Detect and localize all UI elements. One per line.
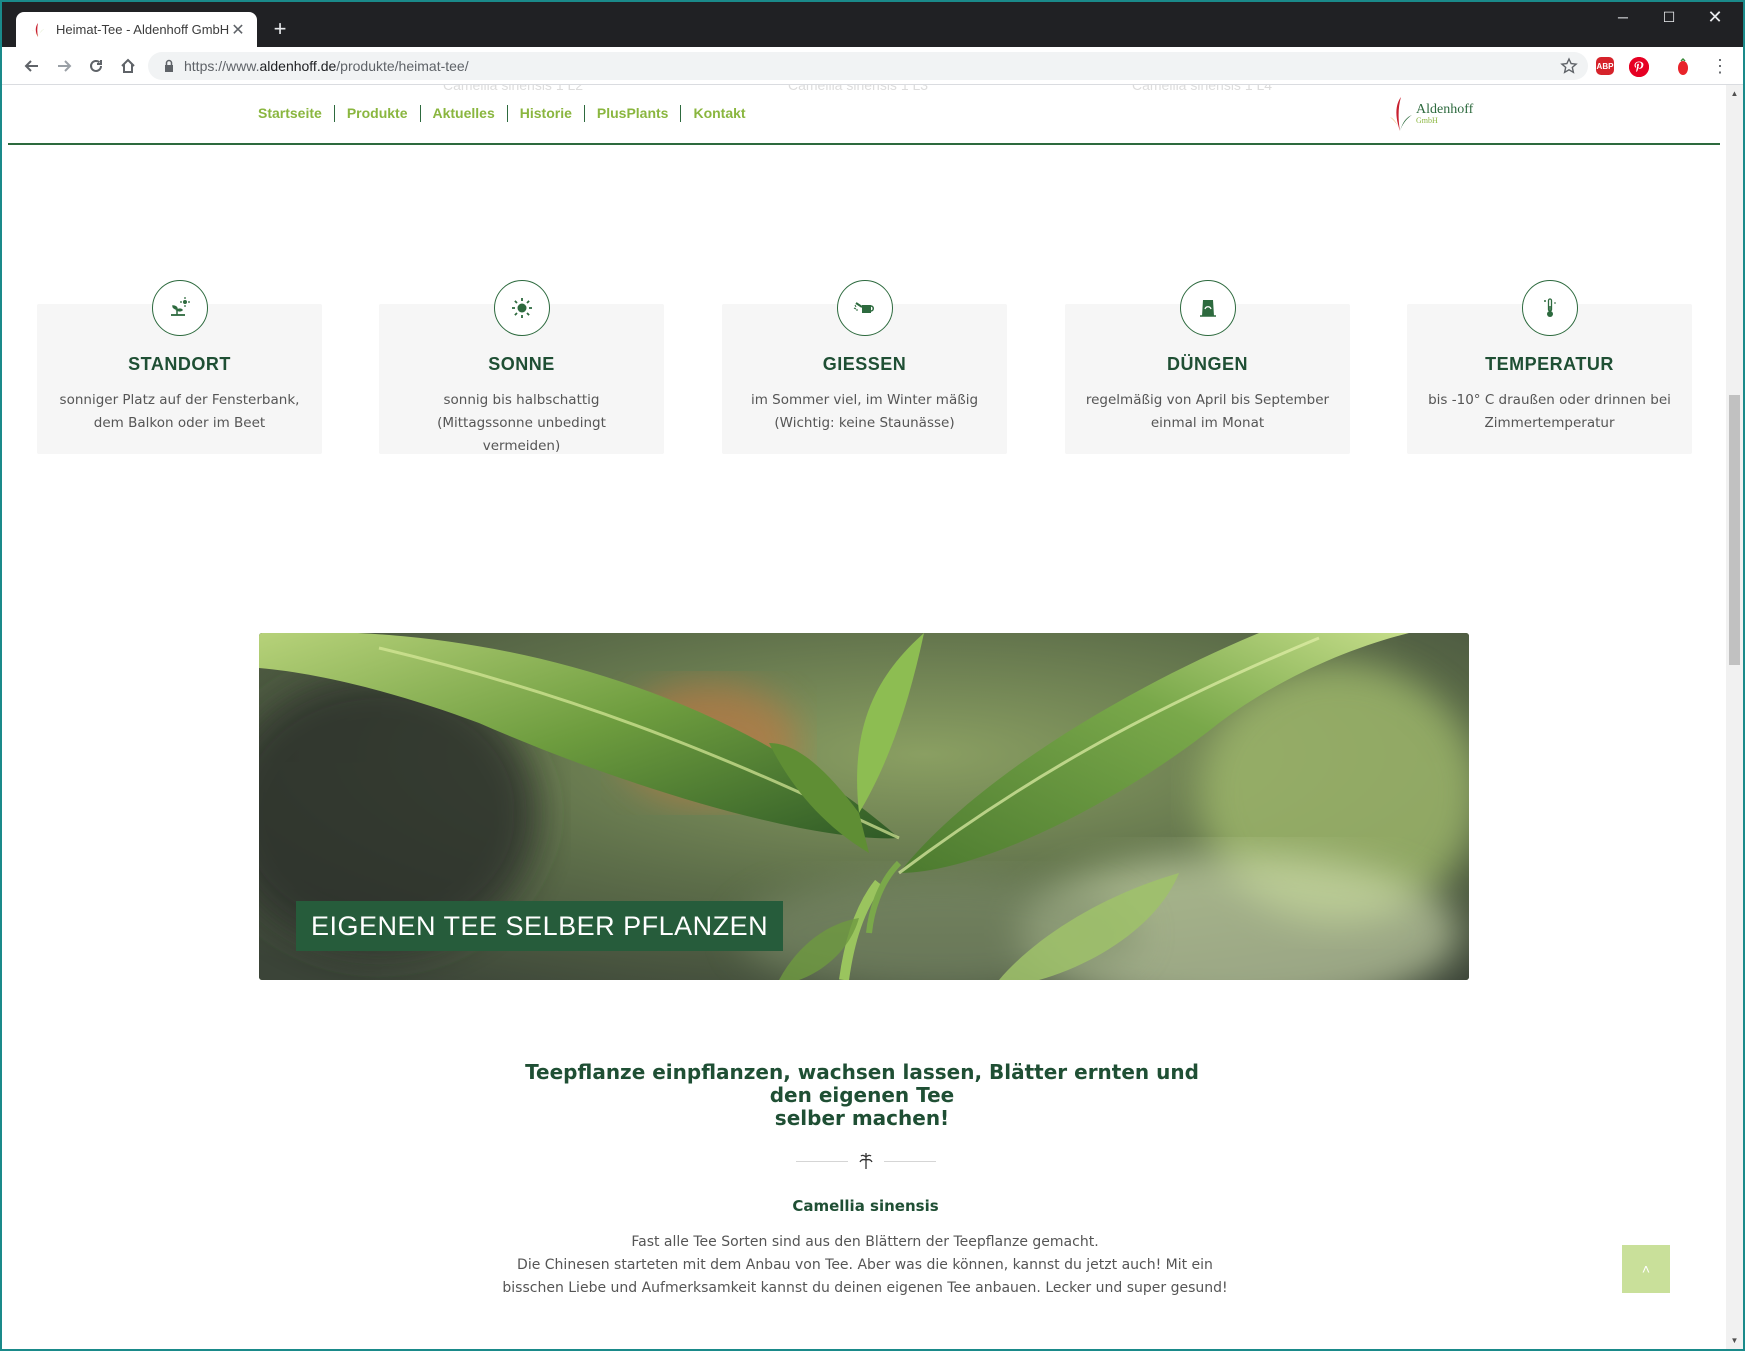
care-card-sonne: SONNE sonnig bis halbschattig (Mittagsson… bbox=[379, 280, 664, 454]
close-window-button[interactable]: ✕ bbox=[1692, 2, 1738, 32]
thermometer-icon bbox=[1521, 280, 1578, 336]
card-text-line: (Mittagssonne unbedingt vermeiden) bbox=[437, 415, 606, 454]
card-title: GIESSEN bbox=[822, 354, 907, 374]
intro-subtitle: Camellia sinensis bbox=[792, 1197, 939, 1215]
tomato-extension-icon[interactable] bbox=[1673, 57, 1693, 77]
card-text-line: sonnig bis halbschattig bbox=[443, 392, 600, 408]
maximize-button[interactable]: ☐ bbox=[1646, 2, 1692, 32]
card-text: bis -10° C draußen oder drinnen bei Zimme… bbox=[1425, 389, 1674, 435]
forward-arrow-icon bbox=[58, 60, 72, 72]
nav-historie[interactable]: Historie bbox=[506, 105, 584, 122]
leaf-divider bbox=[796, 1151, 936, 1171]
nav-kontakt[interactable]: Kontakt bbox=[680, 105, 757, 122]
fertilizer-bag-icon bbox=[1179, 280, 1236, 336]
back-to-top-button[interactable]: ˄ bbox=[1622, 1245, 1670, 1293]
url-path: /produkte/heimat-tee/ bbox=[336, 58, 469, 74]
logo-text: Aldenhoff GmbH bbox=[1416, 103, 1473, 125]
url-host: aldenhoff.de bbox=[259, 58, 337, 74]
reload-button[interactable] bbox=[84, 54, 108, 78]
card-title: TEMPERATUR bbox=[1485, 354, 1614, 374]
card-text-line: dem Balkon oder im Beet bbox=[93, 415, 266, 431]
nav-aktuelles[interactable]: Aktuelles bbox=[419, 105, 507, 122]
care-card-temperatur: TEMPERATUR bis -10° C draußen oder drinn… bbox=[1407, 280, 1692, 454]
card-text-line: einmal im Monat bbox=[1150, 415, 1265, 431]
logo-sub: GmbH bbox=[1416, 116, 1438, 125]
card-title: DÜNGEN bbox=[1166, 354, 1248, 374]
ghost-text-3: Camellia sinensis 1 L4 bbox=[1132, 85, 1273, 93]
scroll-up-arrow-icon[interactable]: ▲ bbox=[1726, 85, 1743, 102]
leaf-sprig-icon bbox=[859, 1153, 873, 1169]
intro-body: Fast alle Tee Sorten sind aus den Blätte… bbox=[472, 1231, 1258, 1300]
divider-line bbox=[884, 1161, 936, 1162]
nav-produkte[interactable]: Produkte bbox=[333, 105, 420, 122]
lock-icon bbox=[165, 59, 173, 72]
card-text: im Sommer viel, im Winter mäßig (Wichtig:… bbox=[740, 389, 989, 435]
card-text-line: sonniger Platz auf der Fensterbank, bbox=[59, 392, 300, 408]
main-nav: Startseite Produkte Aktuelles Historie P… bbox=[258, 105, 758, 122]
pinterest-extension-icon[interactable] bbox=[1629, 57, 1649, 77]
care-card-giessen: GIESSEN im Sommer viel, im Winter mäßig (… bbox=[722, 280, 1007, 454]
home-button[interactable] bbox=[116, 54, 140, 78]
back-arrow-icon bbox=[24, 60, 38, 72]
body-line-3: bisschen Liebe und Aufmerksamkeit kannst… bbox=[502, 1280, 1228, 1296]
card-title: SONNE bbox=[488, 354, 555, 374]
card-text: regelmäßig von April bis September einmal… bbox=[1083, 389, 1332, 435]
divider-line bbox=[796, 1161, 848, 1162]
new-tab-button[interactable]: + bbox=[268, 18, 292, 42]
back-button[interactable] bbox=[20, 54, 44, 78]
nav-plusplants[interactable]: PlusPlants bbox=[583, 105, 681, 122]
browser-toolbar: https://www.aldenhoff.de/produkte/heimat… bbox=[2, 47, 1743, 85]
site-header: Camellia sinensis 1 L2 Camellia sinensis… bbox=[8, 85, 1720, 145]
body-line-1: Fast alle Tee Sorten sind aus den Blätte… bbox=[631, 1234, 1099, 1250]
ghost-text-2: Camellia sinensis 1 L3 bbox=[788, 85, 929, 93]
bookmark-star-icon[interactable] bbox=[1560, 57, 1578, 75]
home-icon bbox=[121, 58, 135, 73]
card-text: sonnig bis halbschattig (Mittagssonne unb… bbox=[397, 389, 646, 458]
browser-menu-button[interactable]: ⋮ bbox=[1710, 56, 1730, 78]
page-scrollbar[interactable]: ▲ ▼ bbox=[1726, 85, 1743, 1349]
card-text-line: (Wichtig: keine Staunässe) bbox=[774, 415, 955, 431]
card-text-line: Zimmertemperatur bbox=[1484, 415, 1615, 431]
forward-button[interactable] bbox=[52, 54, 76, 78]
card-text-line: im Sommer viel, im Winter mäßig bbox=[750, 392, 979, 408]
nav-startseite[interactable]: Startseite bbox=[258, 105, 334, 122]
reload-icon bbox=[90, 59, 102, 72]
banner-caption: EIGENEN TEE SELBER PFLANZEN bbox=[296, 901, 784, 951]
aldenhoff-favicon-icon bbox=[30, 22, 46, 38]
scrollbar-thumb[interactable] bbox=[1729, 395, 1740, 665]
card-text-line: bis -10° C draußen oder drinnen bei bbox=[1428, 392, 1671, 408]
sun-icon bbox=[493, 280, 550, 336]
browser-window: Heimat-Tee - Aldenhoff GmbH ✕ + ─ ☐ ✕ ht… bbox=[2, 2, 1743, 1349]
headline-line-1: Teepflanze einpflanzen, wachsen lassen, … bbox=[525, 1060, 1199, 1107]
adblock-extension-icon[interactable]: ABP bbox=[1596, 57, 1614, 75]
card-text: sonniger Platz auf der Fensterbank, dem B… bbox=[55, 389, 304, 435]
tea-plant-banner: EIGENEN TEE SELBER PFLANZEN bbox=[259, 633, 1469, 980]
tab-title: Heimat-Tee - Aldenhoff GmbH bbox=[56, 22, 229, 37]
plant-location-icon bbox=[151, 280, 208, 336]
aldenhoff-logo[interactable]: Aldenhoff GmbH bbox=[1388, 93, 1498, 135]
care-card-duengen: DÜNGEN regelmäßig von April bis Septembe… bbox=[1065, 280, 1350, 454]
watering-can-icon bbox=[836, 280, 893, 336]
title-bar: Heimat-Tee - Aldenhoff GmbH ✕ + ─ ☐ ✕ bbox=[2, 2, 1743, 47]
aldenhoff-logo-icon bbox=[1390, 97, 1412, 131]
ghost-text-1: Camellia sinensis 1 L2 bbox=[443, 85, 584, 93]
tab-close-icon[interactable]: ✕ bbox=[229, 20, 247, 40]
minimize-button[interactable]: ─ bbox=[1600, 2, 1646, 32]
scroll-down-arrow-icon[interactable]: ▼ bbox=[1726, 1332, 1743, 1349]
url-text: https://www.aldenhoff.de/produkte/heimat… bbox=[184, 58, 469, 74]
card-title: STANDORT bbox=[128, 354, 231, 374]
intro-headline: Teepflanze einpflanzen, wachsen lassen, … bbox=[502, 1061, 1222, 1130]
browser-tab[interactable]: Heimat-Tee - Aldenhoff GmbH ✕ bbox=[16, 12, 257, 47]
address-bar[interactable]: https://www.aldenhoff.de/produkte/heimat… bbox=[148, 52, 1588, 80]
headline-line-2: selber machen! bbox=[774, 1106, 950, 1130]
card-text-line: regelmäßig von April bis September bbox=[1085, 392, 1330, 408]
logo-name: Aldenhoff bbox=[1416, 102, 1474, 117]
body-line-2: Die Chinesen starteten mit dem Anbau von… bbox=[517, 1257, 1213, 1273]
url-prefix: https://www. bbox=[184, 58, 260, 74]
care-card-standort: STANDORT sonniger Platz auf der Fensterb… bbox=[37, 280, 322, 454]
page-viewport: Camellia sinensis 1 L2 Camellia sinensis… bbox=[2, 85, 1743, 1349]
